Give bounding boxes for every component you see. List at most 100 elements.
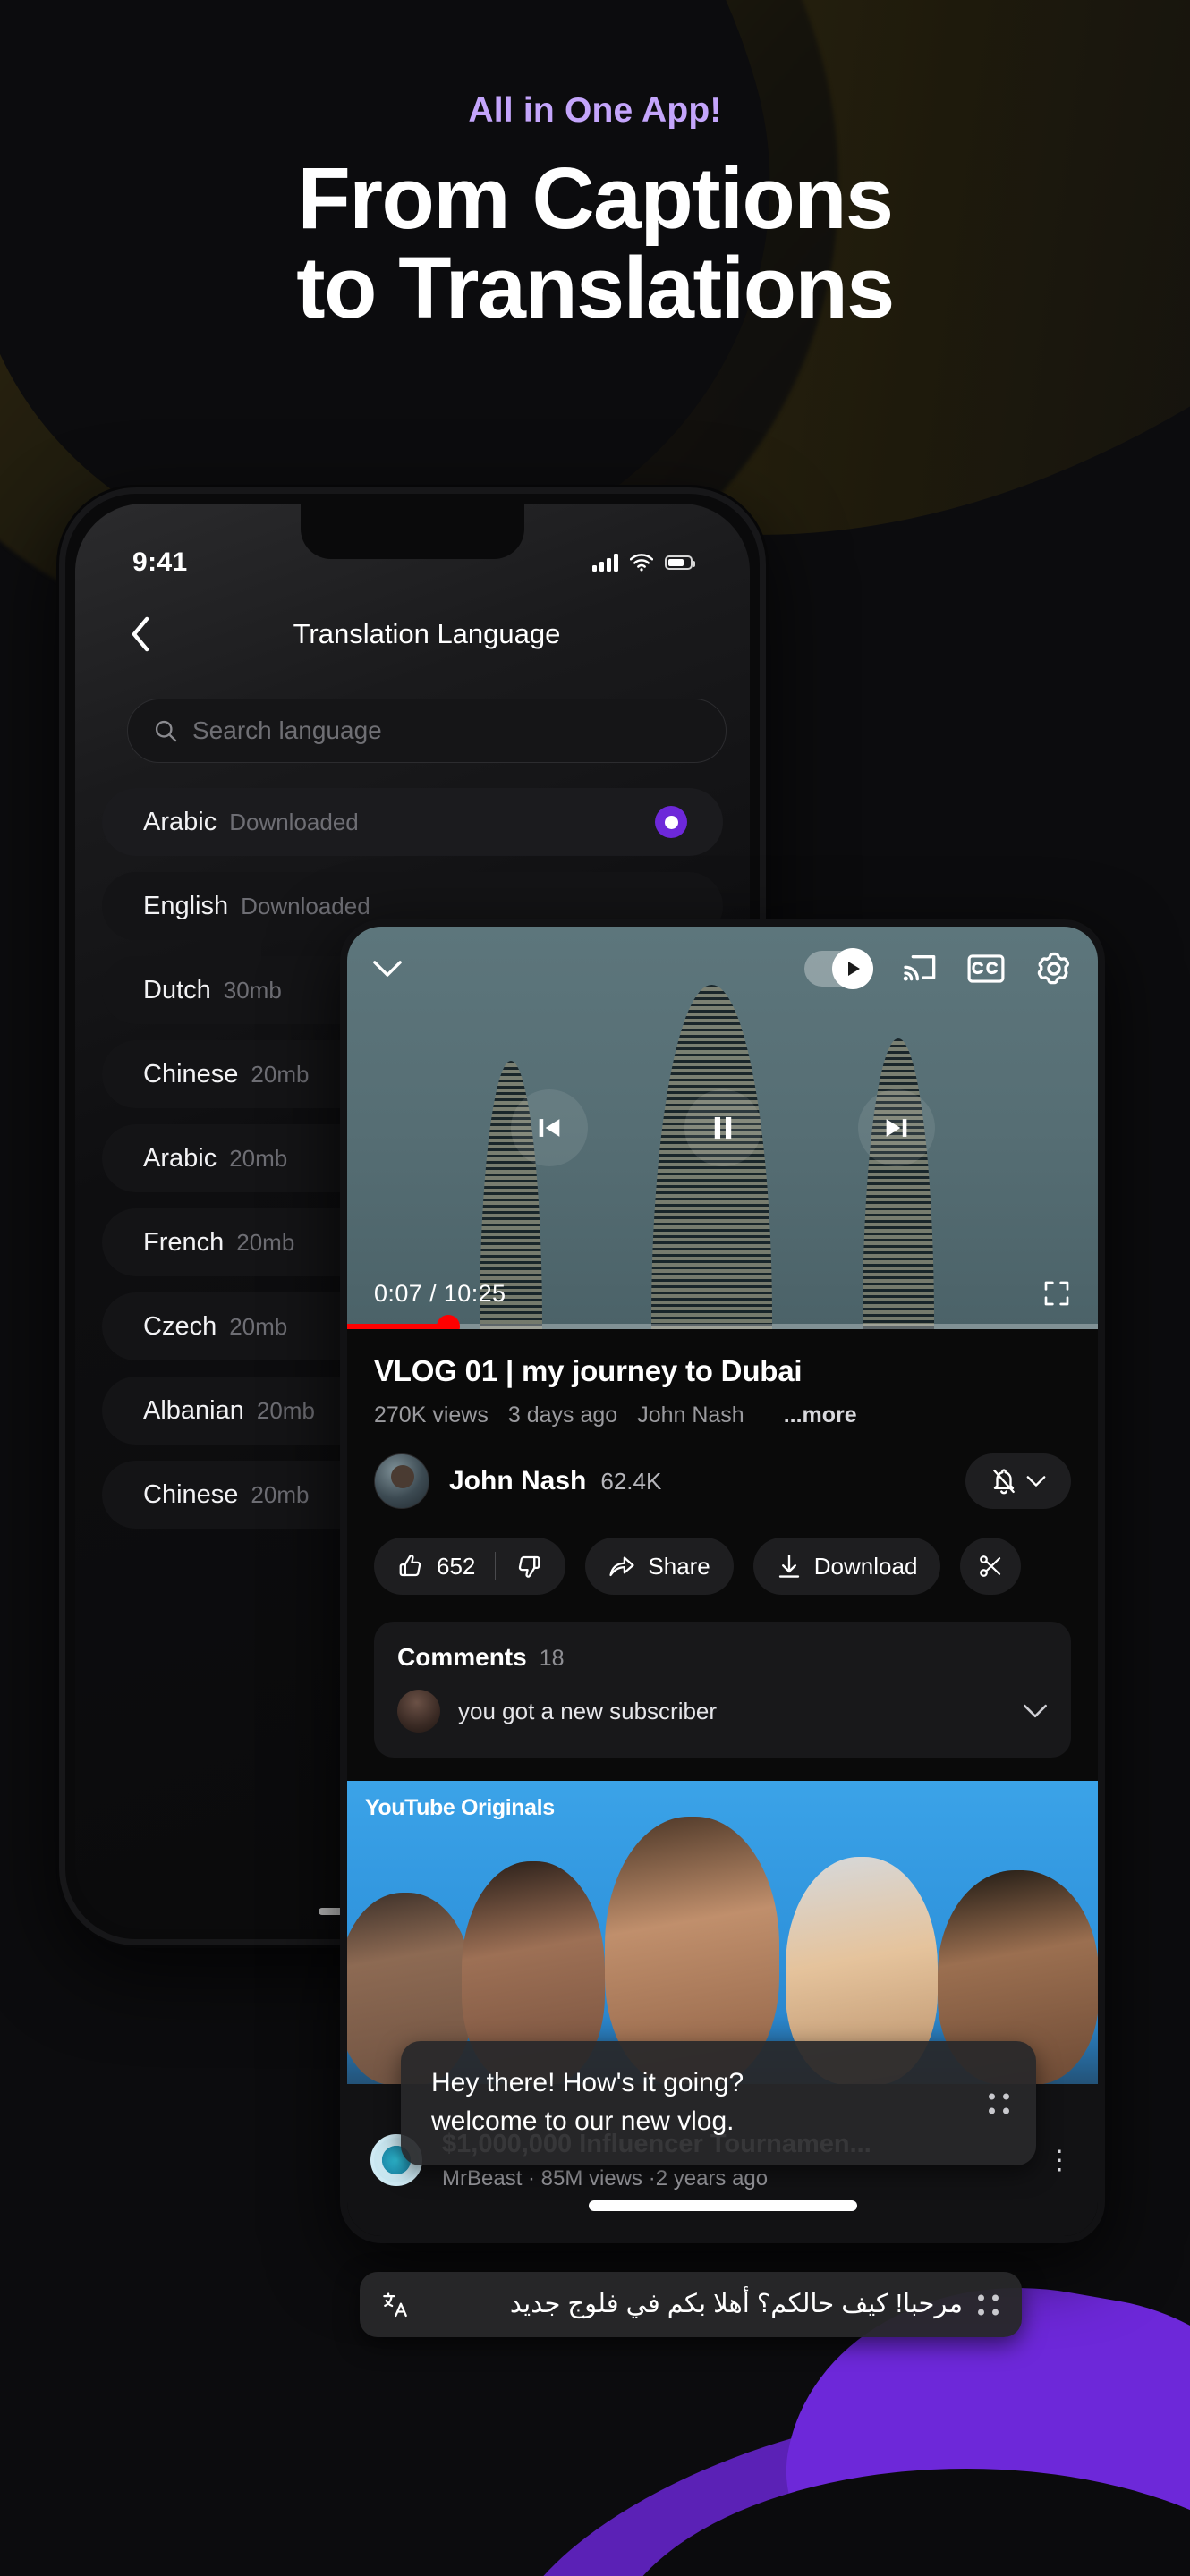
divider	[495, 1552, 497, 1580]
chevron-down-icon	[1026, 1476, 1046, 1487]
caption-source-bubble[interactable]: Hey there! How's it going? welcome to ou…	[401, 2041, 1036, 2166]
time-separator: /	[429, 1279, 437, 1307]
status-bar: 9:41	[75, 545, 750, 580]
gear-icon[interactable]	[1035, 950, 1073, 987]
hero-title-line-2: to Translations	[296, 238, 895, 336]
status-icons	[592, 554, 695, 572]
comment-preview[interactable]: you got a new subscriber	[397, 1690, 1048, 1733]
avatar	[374, 1453, 429, 1509]
video-views: 270K views	[374, 1402, 489, 1428]
language-name: Chinese	[143, 1479, 239, 1509]
radio-selected[interactable]	[655, 806, 687, 838]
closed-captions-icon[interactable]	[967, 954, 1005, 983]
pause-button[interactable]	[684, 1089, 761, 1166]
download-button[interactable]: Download	[752, 1538, 941, 1595]
thumbs-down-icon[interactable]	[515, 1553, 542, 1580]
language-name: Arabic	[143, 807, 217, 836]
language-name: Chinese	[143, 1059, 239, 1089]
search-icon	[155, 720, 177, 742]
player-top-bar	[347, 950, 1098, 987]
comments-title: Comments	[397, 1643, 527, 1671]
language-name: Albanian	[143, 1395, 244, 1425]
language-status: Downloaded	[241, 892, 370, 919]
more-link[interactable]: ...more	[784, 1402, 857, 1428]
duration: 10:25	[443, 1279, 506, 1307]
thumbs-up-icon[interactable]	[397, 1553, 424, 1580]
language-name: Arabic	[143, 1143, 217, 1173]
fullscreen-button[interactable]	[1042, 1279, 1071, 1308]
progress-knob[interactable]	[437, 1315, 461, 1329]
autoplay-toggle[interactable]	[804, 951, 871, 987]
share-icon	[609, 1556, 635, 1577]
translate-icon	[381, 2291, 410, 2319]
wifi-icon	[630, 554, 653, 572]
player-controls-overlay: 0:07 / 10:25	[347, 927, 1098, 1329]
video-actions: 652 Share Download	[347, 1514, 1098, 1595]
screenshot-root: All in One App! From Captions to Transla…	[0, 0, 1190, 2576]
language-name: Czech	[143, 1311, 217, 1341]
drag-dots-icon[interactable]	[978, 2294, 999, 2315]
comments-count: 18	[539, 1646, 565, 1671]
comments-section[interactable]: Comments 18 you got a new subscriber	[374, 1622, 1071, 1758]
current-time: 0:07	[374, 1279, 423, 1307]
video-title: VLOG 01 | my journey to Dubai	[374, 1354, 803, 1387]
player-transport-controls	[347, 1089, 1098, 1166]
language-status: 20mb	[229, 1312, 288, 1340]
back-button[interactable]	[120, 616, 161, 652]
video-age: 3 days ago	[507, 1402, 618, 1428]
progress-filled	[347, 1324, 449, 1329]
list-item[interactable]: Arabic Downloaded	[102, 788, 723, 856]
youtube-originals-badge: YouTube Originals	[365, 1795, 555, 1820]
video-author: John Nash	[637, 1402, 744, 1428]
chevron-left-icon	[132, 616, 149, 652]
player-bottom-bar: 0:07 / 10:25	[347, 1279, 1098, 1308]
caption-source-line-1: Hey there! How's it going?	[431, 2068, 744, 2097]
kebab-menu-icon[interactable]: ⋮	[1046, 2145, 1075, 2176]
subscriber-count: 62.4K	[600, 1467, 662, 1495]
fullscreen-icon	[1044, 1281, 1069, 1306]
clip-button[interactable]	[960, 1538, 1022, 1595]
like-count: 652	[437, 1552, 476, 1580]
next-video-meta: MrBeast · 85M views ·2 years ago	[442, 2165, 769, 2190]
expand-comments-button[interactable]	[1023, 1703, 1048, 1719]
language-status: Downloaded	[229, 808, 359, 835]
notification-bell-button[interactable]	[965, 1453, 1071, 1509]
chevron-down-icon	[1024, 1704, 1047, 1718]
video-info: VLOG 01 | my journey to Dubai 270K views…	[347, 1329, 1098, 1434]
battery-icon	[665, 555, 695, 570]
language-name: Dutch	[143, 975, 211, 1004]
status-time: 9:41	[132, 547, 188, 577]
skip-previous-button[interactable]	[510, 1089, 588, 1166]
channel-row[interactable]: John Nash 62.4K	[347, 1434, 1098, 1514]
comments-header: Comments 18	[397, 1643, 1048, 1672]
download-icon	[778, 1554, 799, 1578]
language-status: 30mb	[223, 976, 282, 1004]
language-name: English	[143, 891, 229, 920]
progress-bar[interactable]	[347, 1315, 1098, 1329]
drag-dots-icon[interactable]	[989, 2093, 1009, 2114]
language-name: French	[143, 1227, 225, 1257]
video-meta: 270K views 3 days ago John Nash ...more	[374, 1402, 1071, 1428]
search-input[interactable]: Search language	[127, 699, 727, 763]
skip-next-button[interactable]	[857, 1089, 935, 1166]
language-status: 20mb	[251, 1480, 310, 1508]
language-status: 20mb	[236, 1228, 295, 1256]
like-dislike-group[interactable]: 652	[374, 1538, 566, 1595]
share-button[interactable]: Share	[585, 1538, 734, 1595]
player-top-actions	[804, 950, 1073, 987]
language-status: 20mb	[256, 1396, 315, 1424]
channel-name: John Nash	[449, 1466, 587, 1496]
search-placeholder: Search language	[192, 716, 382, 744]
collapse-player-button[interactable]	[372, 959, 403, 979]
skip-next-icon	[886, 1119, 906, 1137]
caption-translated-bubble[interactable]: مرحبا! كيف حالكم؟ أهلا بكم في فلوج جديد	[360, 2272, 1022, 2337]
caption-source-line-2: welcome to our new vlog.	[431, 2106, 735, 2136]
cast-icon[interactable]	[901, 953, 937, 984]
video-player[interactable]: 0:07 / 10:25	[347, 927, 1098, 1329]
phone-nav-bar: Translation Language	[75, 600, 750, 668]
language-status: 20mb	[229, 1144, 288, 1172]
home-indicator	[588, 2200, 857, 2211]
screen-title: Translation Language	[293, 618, 561, 649]
cellular-bars-icon	[592, 554, 618, 572]
pause-icon	[714, 1116, 731, 1140]
